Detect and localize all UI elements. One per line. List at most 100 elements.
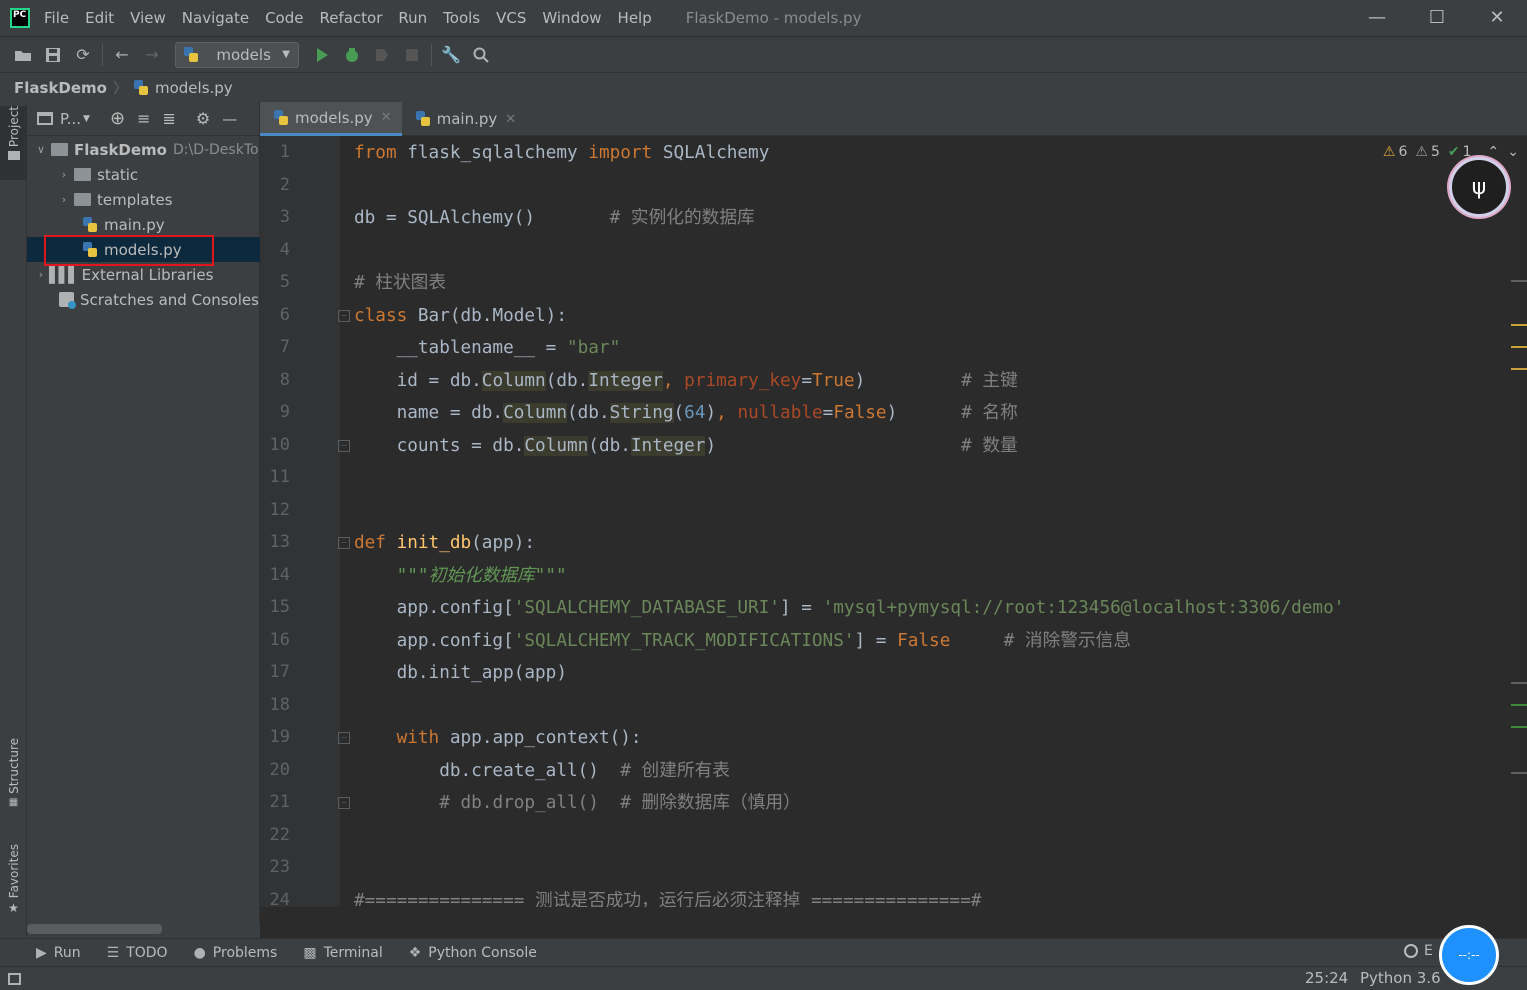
hide-panel-icon[interactable]: — xyxy=(222,110,237,128)
fold-marker-icon[interactable]: − xyxy=(338,797,350,809)
code-line[interactable]: id = db.Column(db.Integer, primary_key=T… xyxy=(354,370,1018,392)
breadcrumb-file[interactable]: models.py xyxy=(155,79,233,97)
run-with-coverage-icon[interactable] xyxy=(367,40,397,70)
run-tool-button[interactable]: ▶ Run xyxy=(36,945,81,961)
python-interpreter[interactable]: Python 3.6 xyxy=(1360,969,1441,987)
run-tool-label: Run xyxy=(53,944,81,961)
tab-main-py[interactable]: main.py ✕ xyxy=(402,102,527,136)
menu-code[interactable]: Code xyxy=(265,9,303,27)
debug-icon[interactable] xyxy=(337,40,367,70)
code-line[interactable]: """初始化数据库""" xyxy=(354,565,567,587)
chevron-down-icon[interactable]: ▼ xyxy=(83,114,90,124)
minimize-icon[interactable]: — xyxy=(1347,0,1407,36)
gear-icon[interactable]: ⚙ xyxy=(196,109,210,128)
menu-file[interactable]: File xyxy=(44,9,69,27)
close-tab-icon[interactable]: ✕ xyxy=(505,112,516,127)
back-icon[interactable]: ← xyxy=(107,40,137,70)
code-line[interactable]: def init_db(app): xyxy=(354,532,535,554)
tree-item-external-libraries[interactable]: › ▌▌▌ External Libraries xyxy=(27,262,260,287)
toggle-tool-windows-icon[interactable] xyxy=(8,972,21,985)
maximize-icon[interactable]: ☐ xyxy=(1407,0,1467,36)
scrollbar-thumb[interactable] xyxy=(27,924,162,934)
caret-position[interactable]: 25:24 xyxy=(1305,969,1348,987)
wrench-icon[interactable]: 🔧 xyxy=(436,40,466,70)
code-line[interactable]: __tablename__ = "bar" xyxy=(354,337,621,359)
code-line[interactable]: from flask_sqlalchemy import SQLAlchemy xyxy=(354,142,769,164)
terminal-icon: ▩ xyxy=(303,944,317,961)
code-line[interactable]: # 柱状图表 xyxy=(354,272,446,294)
code-line[interactable]: #=============== 测试是否成功，运行后必须注释掉 =======… xyxy=(354,890,981,908)
todo-tool-button[interactable]: ☰ TODO xyxy=(107,945,168,961)
chevron-right-icon[interactable]: › xyxy=(56,168,72,181)
menu-edit[interactable]: Edit xyxy=(85,9,114,27)
terminal-tool-label: Terminal xyxy=(323,944,383,961)
sync-icon[interactable]: ⟳ xyxy=(68,40,98,70)
run-icon[interactable] xyxy=(307,40,337,70)
chevron-right-icon[interactable]: › xyxy=(56,193,72,206)
open-folder-icon[interactable] xyxy=(8,40,38,70)
terminal-tool-button[interactable]: ▩ Terminal xyxy=(303,945,382,961)
collapse-all-icon[interactable]: ≣ xyxy=(162,109,175,128)
fold-marker-icon[interactable]: − xyxy=(338,309,350,322)
chevron-up-icon[interactable]: ⌃ xyxy=(1488,144,1500,160)
chevron-right-icon[interactable]: › xyxy=(33,268,49,281)
chevron-down-icon[interactable]: ⌄ xyxy=(1507,144,1519,160)
code-line[interactable]: app.config['SQLALCHEMY_DATABASE_URI'] = … xyxy=(354,597,1345,619)
fold-marker-icon[interactable]: − xyxy=(338,537,350,549)
menu-vcs[interactable]: VCS xyxy=(496,9,526,27)
problems-tool-button[interactable]: ● Problems xyxy=(194,945,278,961)
line-number: 22 xyxy=(269,824,290,845)
menu-tools[interactable]: Tools xyxy=(443,9,480,27)
code-line[interactable]: with app.app_context(): xyxy=(354,727,642,749)
save-icon[interactable] xyxy=(38,40,68,70)
project-view-select[interactable]: P... xyxy=(60,110,81,128)
stop-icon[interactable] xyxy=(397,40,427,70)
code-line[interactable]: db.init_app(app) xyxy=(354,662,567,684)
menu-view[interactable]: View xyxy=(130,9,166,27)
play-icon: ▶ xyxy=(36,944,47,961)
code-line[interactable]: class Bar(db.Model): xyxy=(354,305,567,327)
floating-timer-widget[interactable]: --:-- xyxy=(1439,925,1499,985)
favorites-tool-tab[interactable]: Favorites ★ xyxy=(0,844,27,928)
expand-all-icon[interactable]: ≡ xyxy=(137,109,150,128)
tree-item-main-py[interactable]: main.py xyxy=(27,212,260,237)
forward-icon[interactable]: → xyxy=(137,40,167,70)
code-line[interactable]: counts = db.Column(db.Integer) # 数量 xyxy=(354,435,1018,457)
code-line[interactable]: db = SQLAlchemy() # 实例化的数据库 xyxy=(354,207,755,229)
menu-navigate[interactable]: Navigate xyxy=(182,9,249,27)
project-horizontal-scrollbar[interactable] xyxy=(27,922,260,938)
close-tab-icon[interactable]: ✕ xyxy=(381,110,392,125)
structure-tool-tab[interactable]: Structure ▦ xyxy=(0,738,27,822)
problems-tool-label: Problems xyxy=(212,944,278,961)
code-line[interactable]: # db.drop_all() # 删除数据库（慎用） xyxy=(354,792,801,814)
code-line[interactable]: app.config['SQLALCHEMY_TRACK_MODIFICATIO… xyxy=(354,630,1131,652)
chevron-down-icon[interactable]: ∨ xyxy=(33,143,49,156)
fold-marker-icon[interactable]: − xyxy=(338,439,350,452)
code-editor[interactable]: 1 2 3 4 5 6 7 8 9 10 11 12 13 14 15 16 17 18 19 20 21 22 23 24−… xyxy=(260,136,1527,907)
event-log-button[interactable]: E xyxy=(1404,943,1433,959)
tree-item-templates[interactable]: › templates xyxy=(27,187,260,212)
breadcrumb-project[interactable]: FlaskDemo xyxy=(14,79,107,97)
project-tool-tab[interactable]: Project xyxy=(0,106,27,180)
python-console-icon: ❖ xyxy=(408,944,422,961)
inspection-widget[interactable]: ⚠ 6 ⚠ 5 ✔ 1 ⌃ ⌄ xyxy=(1383,144,1519,160)
run-configuration-select[interactable]: models ▼ xyxy=(175,41,299,68)
menu-run[interactable]: Run xyxy=(398,9,427,27)
menu-refactor[interactable]: Refactor xyxy=(319,9,382,27)
assistant-avatar-icon[interactable]: ψ xyxy=(1449,157,1509,217)
library-icon: ▌▌▌ xyxy=(49,265,80,284)
locate-icon[interactable]: ⊕ xyxy=(110,108,125,129)
tree-item-scratches[interactable]: Scratches and Consoles xyxy=(27,287,260,312)
menu-window[interactable]: Window xyxy=(542,9,601,27)
code-line[interactable]: name = db.Column(db.String(64), nullable… xyxy=(354,402,1018,424)
tab-models-py[interactable]: models.py ✕ xyxy=(260,102,402,136)
tree-item-flaskdemo[interactable]: ∨ FlaskDemo D:\D-DeskTo xyxy=(27,137,260,162)
tree-item-static[interactable]: › static xyxy=(27,162,260,187)
menu-help[interactable]: Help xyxy=(618,9,652,27)
fold-marker-icon[interactable]: − xyxy=(338,732,350,744)
code-line[interactable]: db.create_all() # 创建所有表 xyxy=(354,760,730,782)
python-console-tool-button[interactable]: ❖ Python Console xyxy=(409,945,537,961)
close-icon[interactable]: ✕ xyxy=(1467,0,1527,36)
search-icon[interactable] xyxy=(466,40,496,70)
stripe-mark xyxy=(1511,346,1527,348)
